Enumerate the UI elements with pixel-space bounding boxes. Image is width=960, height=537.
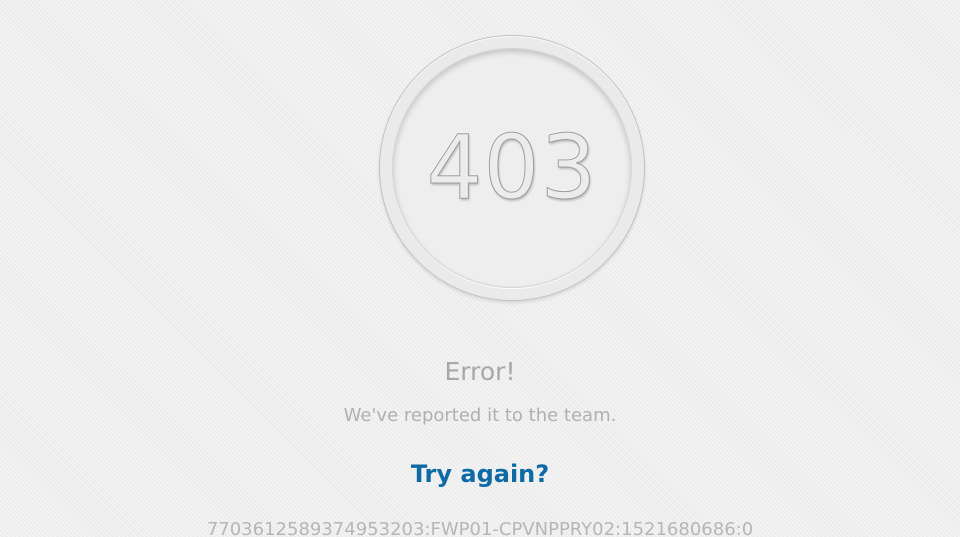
status-code: 403 <box>426 116 598 219</box>
error-page: 403 Error! We've reported it to the team… <box>0 0 960 537</box>
try-again-link[interactable]: Try again? <box>0 459 960 489</box>
error-title: Error! <box>444 357 516 386</box>
request-id: 7703612589374953203:FWP01-CPVNPPRY02:152… <box>206 519 754 537</box>
status-code-badge-inner: 403 <box>392 48 632 288</box>
status-code-badge: 403 <box>379 35 645 301</box>
error-message: We've reported it to the team. <box>343 405 617 426</box>
